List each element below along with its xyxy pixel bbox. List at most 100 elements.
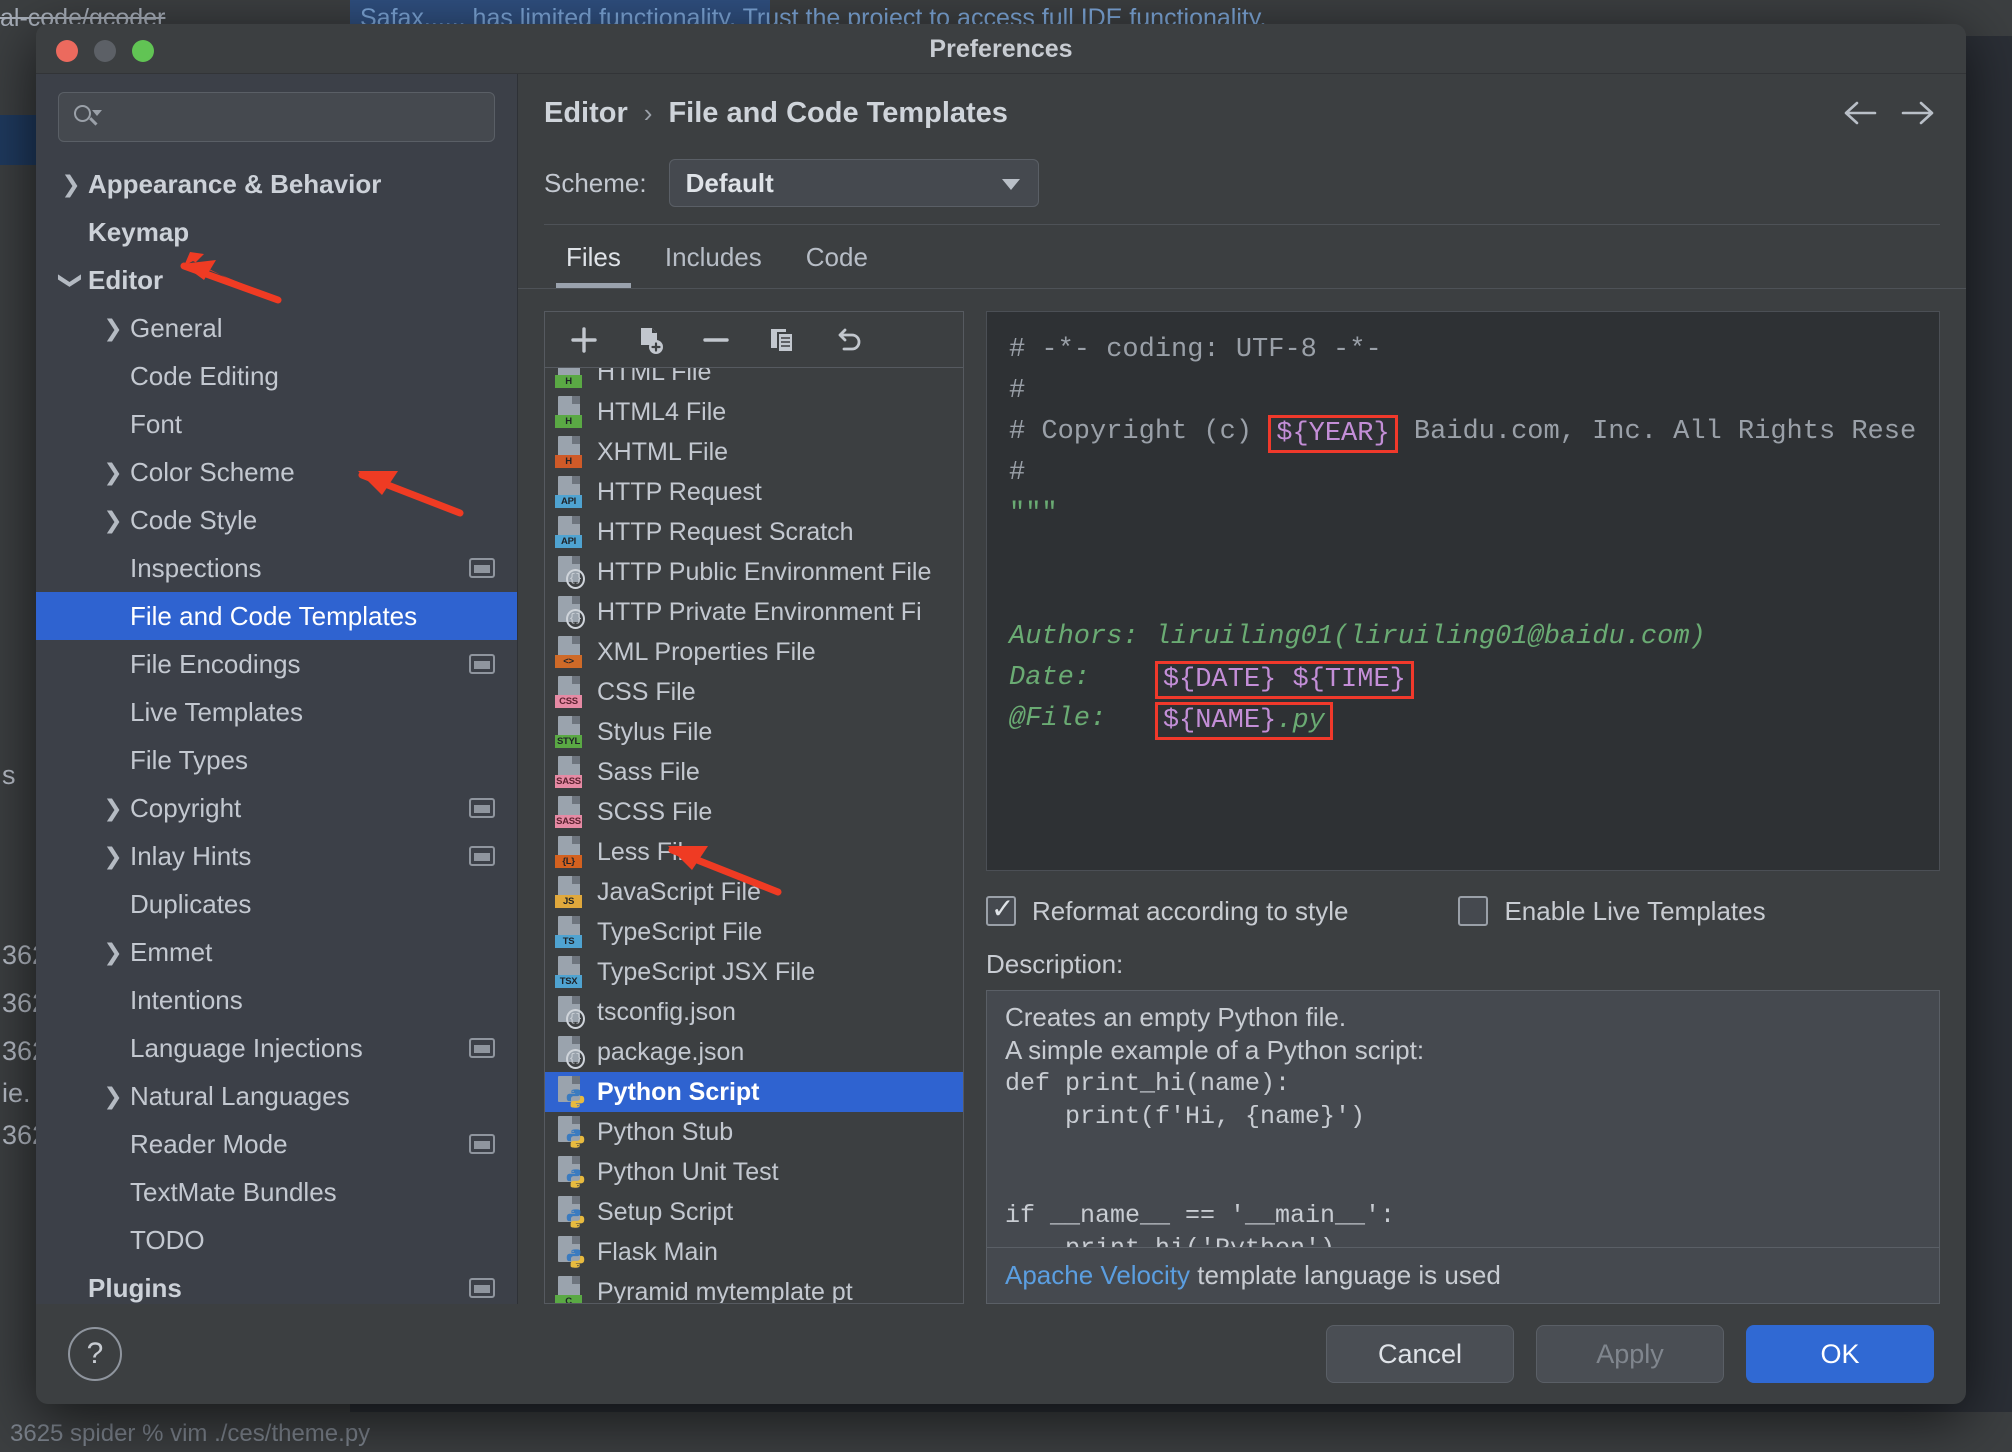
- apply-button[interactable]: Apply: [1536, 1325, 1724, 1383]
- sass-file-icon: SASS: [555, 755, 585, 789]
- sidebar-item-emmet[interactable]: ❯ Emmet: [36, 928, 517, 976]
- minus-icon[interactable]: [699, 323, 733, 357]
- sidebar-item-plugins[interactable]: Plugins: [36, 1264, 517, 1304]
- sidebar-item-code-editing[interactable]: Code Editing: [36, 352, 517, 400]
- sidebar-item-keymap[interactable]: Keymap: [36, 208, 517, 256]
- template-list-item[interactable]: API HTTP Request: [545, 472, 963, 512]
- footer-buttons: Cancel Apply OK: [1326, 1325, 1934, 1383]
- template-list-item[interactable]: H XHTML File: [545, 432, 963, 472]
- forward-arrow-icon[interactable]: [1898, 96, 1938, 130]
- help-button[interactable]: ?: [68, 1327, 122, 1381]
- sidebar-item-file-encodings[interactable]: File Encodings: [36, 640, 517, 688]
- template-list-item[interactable]: Python Stub: [545, 1112, 963, 1152]
- sidebar-item-label: File Encodings: [130, 648, 301, 679]
- breadcrumb-separator-icon: ›: [643, 97, 653, 128]
- file-type-badge: C: [555, 1295, 582, 1303]
- template-list-item[interactable]: CSS CSS File: [545, 672, 963, 712]
- template-list-item[interactable]: JS JavaScript File: [545, 872, 963, 912]
- back-arrow-icon[interactable]: [1840, 96, 1880, 130]
- template-list-item[interactable]: SASS SCSS File: [545, 792, 963, 832]
- tab-includes[interactable]: Includes: [643, 232, 784, 288]
- template-list-item[interactable]: H HTML4 File: [545, 392, 963, 432]
- sidebar-item-appearance-behavior[interactable]: ❯ Appearance & Behavior: [36, 160, 517, 208]
- breadcrumb-parent[interactable]: Editor: [544, 97, 628, 130]
- sidebar-item-todo[interactable]: TODO: [36, 1216, 517, 1264]
- code-line: @File: ${NAME}.py: [987, 699, 1939, 740]
- json-badge-icon: {}: [566, 569, 585, 589]
- sidebar-item-copyright[interactable]: ❯ Copyright: [36, 784, 517, 832]
- template-list-item[interactable]: H HTML File: [545, 368, 963, 392]
- python-file-icon: [555, 1075, 585, 1109]
- file-type-badge: <>: [555, 655, 582, 668]
- template-list-item[interactable]: SASS Sass File: [545, 752, 963, 792]
- template-list-item[interactable]: TS TypeScript File: [545, 912, 963, 952]
- ok-button[interactable]: OK: [1746, 1325, 1934, 1383]
- template-list-item[interactable]: STYL Stylus File: [545, 712, 963, 752]
- apache-velocity-link[interactable]: Apache Velocity: [1005, 1260, 1190, 1290]
- template-list-item[interactable]: Flask Main: [545, 1232, 963, 1272]
- template-list-item[interactable]: TSX TypeScript JSX File: [545, 952, 963, 992]
- live-templates-checkbox[interactable]: [1458, 896, 1489, 926]
- xhtml-file-icon: H: [555, 435, 585, 469]
- template-list-item[interactable]: {} package.json: [545, 1032, 963, 1072]
- chevron-right-icon: ❯: [103, 842, 123, 869]
- sidebar-item-label: Emmet: [130, 936, 213, 967]
- file-type-badge: SASS: [555, 815, 582, 828]
- sidebar-item-textmate-bundles[interactable]: TextMate Bundles: [36, 1168, 517, 1216]
- tab-code[interactable]: Code: [784, 232, 890, 288]
- sidebar-item-inspections[interactable]: Inspections: [36, 544, 517, 592]
- sidebar-item-editor[interactable]: ❯ Editor: [36, 256, 517, 304]
- reformat-checkbox[interactable]: [986, 892, 1016, 926]
- cancel-button[interactable]: Cancel: [1326, 1325, 1514, 1383]
- sidebar-item-file-and-code-templates[interactable]: File and Code Templates: [36, 592, 517, 640]
- search-input[interactable]: [105, 104, 482, 130]
- chevron-right-icon: ❯: [103, 794, 123, 821]
- template-list-item[interactable]: {L} Less File: [545, 832, 963, 872]
- sidebar-item-general[interactable]: ❯ General: [36, 304, 517, 352]
- background-terminal-strip: 3625 spider % vim ./ces/theme.py: [0, 1412, 2012, 1452]
- js-file-icon: JS: [555, 875, 585, 909]
- scheme-dropdown[interactable]: Default: [668, 159, 1039, 207]
- template-list-item[interactable]: {} HTTP Private Environment Fi: [545, 592, 963, 632]
- file-plus-icon[interactable]: [633, 323, 667, 357]
- templates-main: H HTML File H HTML4 File H XHTML File API HTTP …: [518, 289, 1966, 1304]
- dialog-footer: ? Cancel Apply OK: [36, 1304, 1966, 1404]
- sidebar-item-reader-mode[interactable]: Reader Mode: [36, 1120, 517, 1168]
- sidebar-item-live-templates[interactable]: Live Templates: [36, 688, 517, 736]
- template-list-item[interactable]: {} tsconfig.json: [545, 992, 963, 1032]
- sidebar-item-font[interactable]: Font: [36, 400, 517, 448]
- search-box[interactable]: [58, 92, 495, 142]
- template-list-item[interactable]: {} HTTP Public Environment File: [545, 552, 963, 592]
- sidebar-item-code-style[interactable]: ❯ Code Style: [36, 496, 517, 544]
- modified-indicator-icon: [469, 1038, 495, 1058]
- background-side-label: ie.: [2, 1078, 31, 1108]
- sidebar-item-duplicates[interactable]: Duplicates: [36, 880, 517, 928]
- undo-icon[interactable]: [831, 323, 865, 357]
- template-list[interactable]: H HTML File H HTML4 File H XHTML File API HTTP …: [545, 368, 963, 1303]
- description-line: if __name__ == '__main__':: [1005, 1201, 1396, 1230]
- live-templates-option[interactable]: Enable Live Templates: [1458, 896, 1766, 927]
- code-line: #: [987, 453, 1939, 494]
- code-line: Authors: liruiling01(liruiling01@baidu.c…: [987, 617, 1939, 658]
- copy-icon[interactable]: [765, 323, 799, 357]
- plus-icon[interactable]: [567, 323, 601, 357]
- sidebar-item-file-types[interactable]: File Types: [36, 736, 517, 784]
- sidebar-item-label: File Types: [130, 744, 249, 775]
- reformat-option[interactable]: Reformat according to style: [986, 892, 1348, 927]
- template-code-editor[interactable]: # -*- coding: UTF-8 -*- # # Copyright (c) …: [986, 311, 1940, 871]
- sidebar-item-language-injections[interactable]: Language Injections: [36, 1024, 517, 1072]
- template-list-item[interactable]: Setup Script: [545, 1192, 963, 1232]
- file-type-badge: API: [555, 535, 582, 548]
- template-list-item[interactable]: Python Script: [545, 1072, 963, 1112]
- sidebar-item-color-scheme[interactable]: ❯ Color Scheme: [36, 448, 517, 496]
- sidebar-item-intentions[interactable]: Intentions: [36, 976, 517, 1024]
- template-list-item[interactable]: API HTTP Request Scratch: [545, 512, 963, 552]
- sidebar-item-natural-languages[interactable]: ❯ Natural Languages: [36, 1072, 517, 1120]
- sidebar-item-inlay-hints[interactable]: ❯ Inlay Hints: [36, 832, 517, 880]
- tab-files[interactable]: Files: [544, 232, 643, 288]
- template-list-item[interactable]: <> XML Properties File: [545, 632, 963, 672]
- template-list-item-label: XHTML File: [597, 437, 729, 466]
- template-list-item[interactable]: C Pyramid mytemplate pt: [545, 1272, 963, 1303]
- search-icon: [71, 102, 102, 132]
- template-list-item[interactable]: Python Unit Test: [545, 1152, 963, 1192]
